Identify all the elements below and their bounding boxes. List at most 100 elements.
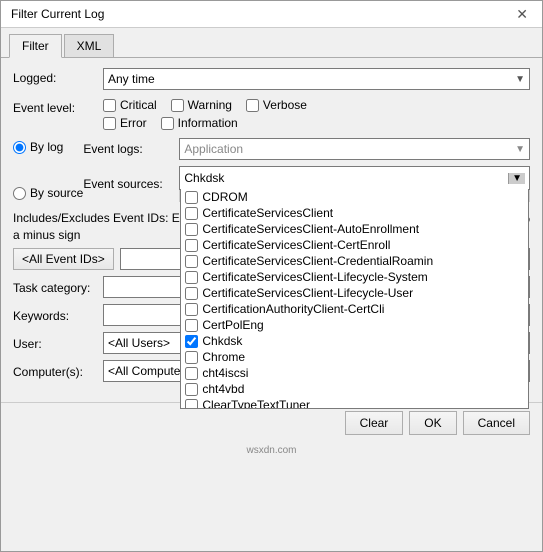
source-label-cdrom: CDROM [202, 190, 247, 204]
logged-label: Logged: [13, 68, 103, 85]
event-logs-label: Event logs: [83, 142, 173, 156]
source-item-certsvcclient-lifecycle-sys[interactable]: CertificateServicesClient-Lifecycle-Syst… [181, 269, 528, 285]
user-label: User: [13, 334, 103, 351]
checkbox-warning[interactable]: Warning [171, 98, 232, 112]
close-button[interactable]: ✕ [512, 7, 532, 21]
source-item-certauthclient-certcli[interactable]: CertificationAuthorityClient-CertCli [181, 301, 528, 317]
source-item-certsvcclient-lifecycle-user[interactable]: CertificateServicesClient-Lifecycle-User [181, 285, 528, 301]
source-check-certsvcclient[interactable] [185, 207, 198, 220]
checkbox-critical[interactable]: Critical [103, 98, 157, 112]
source-check-certpoleng[interactable] [185, 319, 198, 332]
source-item-certpoleng[interactable]: CertPolEng [181, 317, 528, 333]
all-event-ids-button[interactable]: <All Event IDs> [13, 248, 114, 270]
source-item-certsvcclient-autoenroll[interactable]: CertificateServicesClient-AutoEnrollment [181, 221, 528, 237]
checkbox-error-label: Error [120, 116, 147, 130]
checkbox-error-input[interactable] [103, 117, 116, 130]
clear-button[interactable]: Clear [345, 411, 404, 435]
source-check-certsvcclient-credroam[interactable] [185, 255, 198, 268]
dialog-title: Filter Current Log [11, 7, 104, 21]
source-item-chrome[interactable]: Chrome [181, 349, 528, 365]
radio-by-log[interactable]: By log [13, 140, 83, 154]
dialog-content: Logged: Any time ▼ Event level: Critical [1, 58, 542, 398]
source-check-cdrom[interactable] [185, 191, 198, 204]
event-level-row: Event level: Critical Warning Verbose [13, 98, 530, 130]
source-label-cleartypetexttuner: ClearTypeTextTuner [202, 398, 310, 409]
source-item-cht4iscsi[interactable]: cht4iscsi [181, 365, 528, 381]
event-sources-list: CDROM CertificateServicesClient Certific… [180, 189, 529, 409]
event-sources-dropdown[interactable]: Chkdsk ▼ CDROM CertificateSer [179, 166, 530, 190]
checkbox-information-input[interactable] [161, 117, 174, 130]
event-logs-arrow: ▼ [515, 144, 525, 155]
checkbox-error[interactable]: Error [103, 116, 147, 130]
source-check-cht4vbd[interactable] [185, 383, 198, 396]
source-label-certpoleng: CertPolEng [202, 318, 263, 332]
radio-by-source-input[interactable] [13, 187, 26, 200]
radio-by-log-label: By log [30, 140, 63, 154]
radio-by-log-input[interactable] [13, 141, 26, 154]
source-check-chrome[interactable] [185, 351, 198, 364]
source-check-cleartypetexttuner[interactable] [185, 399, 198, 410]
checkboxes-row-2: Error Information [103, 116, 530, 130]
event-sources-header[interactable]: Chkdsk ▼ [180, 167, 529, 189]
checkbox-critical-input[interactable] [103, 99, 116, 112]
filter-dialog: Filter Current Log ✕ Filter XML Logged: … [0, 0, 543, 552]
source-item-cdrom[interactable]: CDROM [181, 189, 528, 205]
tab-filter[interactable]: Filter [9, 34, 62, 58]
event-sources-label: Event sources: [83, 177, 173, 191]
checkbox-verbose-input[interactable] [246, 99, 259, 112]
source-check-certauthclient-certcli[interactable] [185, 303, 198, 316]
radio-by-source-label: By source [30, 186, 83, 200]
logged-row: Logged: Any time ▼ [13, 68, 530, 90]
checkbox-warning-input[interactable] [171, 99, 184, 112]
checkbox-critical-label: Critical [120, 98, 157, 112]
source-label-cht4vbd: cht4vbd [202, 382, 244, 396]
source-item-cht4vbd[interactable]: cht4vbd [181, 381, 528, 397]
source-label-certsvcclient-autoenroll: CertificateServicesClient-AutoEnrollment [202, 222, 419, 236]
checkbox-information-label: Information [178, 116, 238, 130]
logged-dropdown-arrow: ▼ [515, 74, 525, 85]
tab-xml[interactable]: XML [64, 34, 115, 57]
source-check-certsvcclient-lifecycle-sys[interactable] [185, 271, 198, 284]
source-label-certsvcclient-certenroll: CertificateServicesClient-CertEnroll [202, 238, 390, 252]
keywords-label: Keywords: [13, 306, 103, 323]
event-sources-arrow: ▼ [508, 173, 525, 184]
source-label-certsvcclient-lifecycle-user: CertificateServicesClient-Lifecycle-User [202, 286, 413, 300]
task-category-label: Task category: [13, 278, 103, 295]
logged-value: Any time [108, 72, 155, 86]
checkbox-warning-label: Warning [188, 98, 232, 112]
event-sources-value: Chkdsk [184, 171, 224, 185]
source-item-certsvcclient-credroam[interactable]: CertificateServicesClient-CredentialRoam… [181, 253, 528, 269]
tab-bar: Filter XML [1, 28, 542, 58]
source-label-chrome: Chrome [202, 350, 245, 364]
event-sources-row: Event sources: Chkdsk ▼ CDROM [83, 166, 530, 202]
source-check-cht4iscsi[interactable] [185, 367, 198, 380]
checkbox-verbose[interactable]: Verbose [246, 98, 307, 112]
event-logs-row: Event logs: Application ▼ [83, 138, 530, 160]
source-label-certauthclient-certcli: CertificationAuthorityClient-CertCli [202, 302, 384, 316]
radio-by-source[interactable]: By source [13, 186, 83, 200]
source-item-certsvcclient-certenroll[interactable]: CertificateServicesClient-CertEnroll [181, 237, 528, 253]
source-check-chkdsk[interactable] [185, 335, 198, 348]
logged-dropdown[interactable]: Any time ▼ [103, 68, 530, 90]
source-label-certsvcclient: CertificateServicesClient [202, 206, 333, 220]
source-item-chkdsk[interactable]: Chkdsk [181, 333, 528, 349]
source-label-certsvcclient-credroam: CertificateServicesClient-CredentialRoam… [202, 254, 433, 268]
source-item-certsvcclient[interactable]: CertificateServicesClient [181, 205, 528, 221]
source-check-certsvcclient-lifecycle-user[interactable] [185, 287, 198, 300]
event-logs-dropdown[interactable]: Application ▼ [179, 138, 530, 160]
cancel-button[interactable]: Cancel [463, 411, 530, 435]
title-bar: Filter Current Log ✕ [1, 1, 542, 28]
source-check-certsvcclient-autoenroll[interactable] [185, 223, 198, 236]
source-label-certsvcclient-lifecycle-sys: CertificateServicesClient-Lifecycle-Syst… [202, 270, 427, 284]
radio-column: By log By source [13, 138, 83, 202]
checkbox-information[interactable]: Information [161, 116, 238, 130]
checkboxes-row-1: Critical Warning Verbose [103, 98, 530, 112]
source-check-certsvcclient-certenroll[interactable] [185, 239, 198, 252]
watermark: wsxdn.com [1, 443, 542, 458]
checkbox-verbose-label: Verbose [263, 98, 307, 112]
source-item-cleartypetexttuner[interactable]: ClearTypeTextTuner [181, 397, 528, 409]
source-label-cht4iscsi: cht4iscsi [202, 366, 248, 380]
sources-wrapper: Chkdsk ▼ CDROM CertificateSer [179, 166, 530, 202]
ok-button[interactable]: OK [409, 411, 456, 435]
event-logs-value: Application [184, 142, 243, 156]
